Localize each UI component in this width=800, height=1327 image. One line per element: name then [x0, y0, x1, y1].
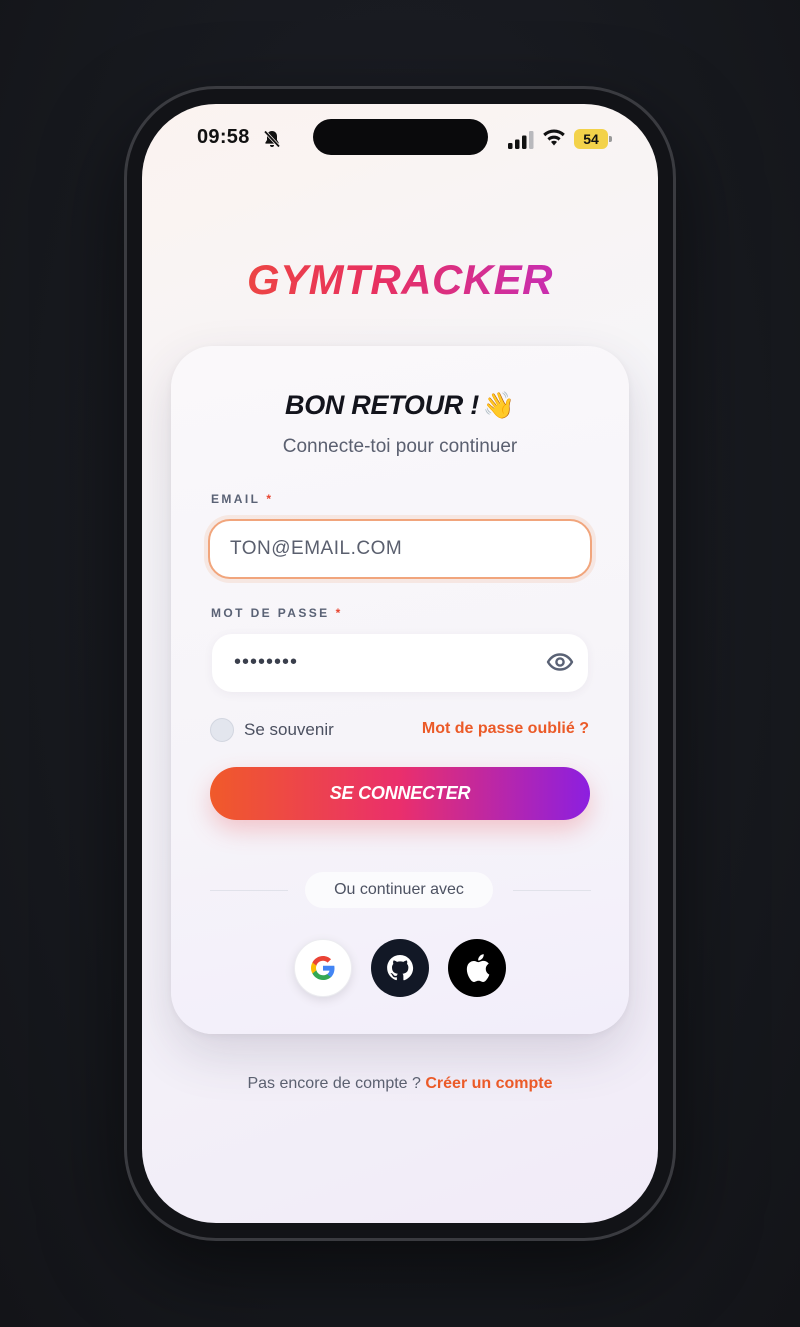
email-label-text: EMAIL	[211, 492, 261, 506]
divider-left	[210, 890, 288, 891]
status-time: 09:58	[197, 126, 250, 148]
waving-hand-icon: 👋	[482, 390, 515, 420]
github-login-button[interactable]	[371, 939, 429, 997]
remember-label[interactable]: Se souvenir	[244, 720, 334, 740]
eye-icon[interactable]	[546, 650, 574, 674]
login-title: BON RETOUR ! 👋	[171, 390, 629, 421]
email-input[interactable]	[208, 519, 592, 579]
signup-prompt-text: Pas encore de compte ?	[247, 1075, 421, 1092]
stage: 09:58 54 GYMTRACKER BON RETOUR ! 👋 Conne…	[0, 0, 800, 1327]
battery-icon: 54	[574, 129, 612, 149]
email-label: EMAIL *	[211, 492, 273, 506]
password-label: MOT DE PASSE *	[211, 606, 343, 620]
login-subtitle: Connecte-toi pour continuer	[282, 436, 518, 457]
login-button[interactable]: SE CONNECTER	[210, 767, 590, 820]
required-mark: *	[266, 492, 274, 506]
divider-right	[513, 890, 591, 891]
remember-checkbox[interactable]	[210, 718, 234, 742]
phone-screen: 09:58 54 GYMTRACKER BON RETOUR ! 👋 Conne…	[142, 104, 658, 1223]
dynamic-island	[313, 119, 488, 155]
google-icon	[311, 956, 335, 980]
signal-icon	[508, 131, 534, 149]
github-icon	[387, 955, 414, 981]
password-input[interactable]: ••••••••	[212, 634, 588, 692]
apple-login-button[interactable]	[448, 939, 506, 997]
divider-text: Ou continuer avec	[305, 872, 493, 908]
wifi-icon	[543, 129, 565, 146]
forgot-password-link[interactable]: Mot de passe oublié ?	[422, 720, 589, 738]
login-card: BON RETOUR ! 👋 Connecte-toi pour continue…	[171, 346, 629, 1034]
create-account-link[interactable]: Créer un compte	[425, 1075, 552, 1092]
google-login-button[interactable]	[294, 939, 352, 997]
bell-slash-icon	[263, 130, 281, 148]
brand-logo-text: GYMTRACKER	[142, 256, 658, 304]
password-label-text: MOT DE PASSE	[211, 606, 330, 620]
battery-level: 54	[574, 129, 608, 149]
signup-prompt: Pas encore de compte ? Créer un compte	[142, 1075, 658, 1093]
required-mark: *	[335, 606, 343, 620]
apple-icon	[466, 954, 490, 982]
password-value: ••••••••	[234, 651, 299, 673]
battery-tip	[609, 136, 612, 142]
login-title-text: BON RETOUR !	[285, 390, 479, 420]
